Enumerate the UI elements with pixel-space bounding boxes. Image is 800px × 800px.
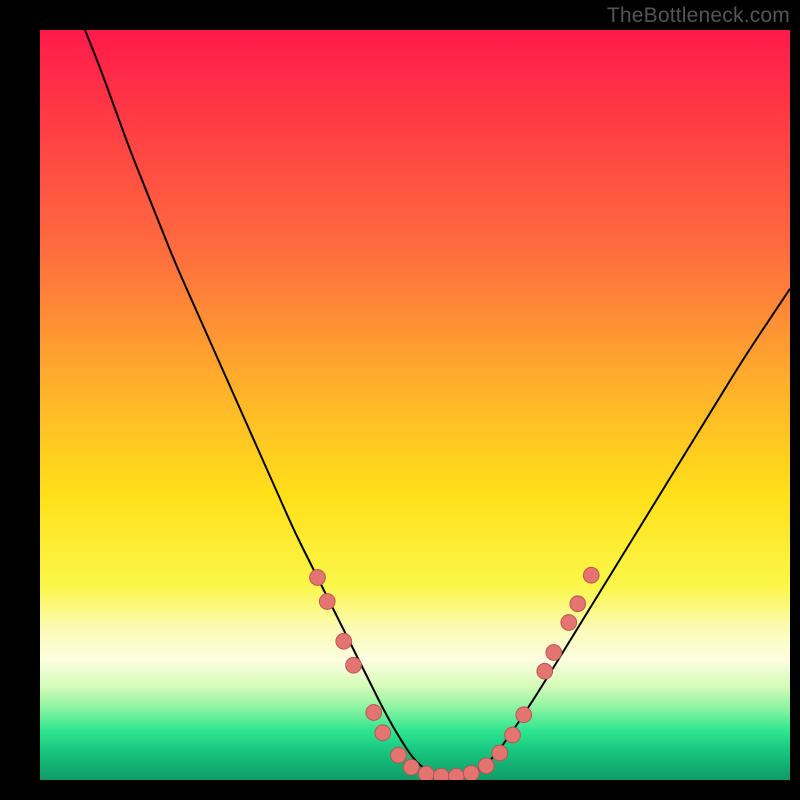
chart-frame: TheBottleneck.com (0, 0, 800, 800)
gradient-background (40, 30, 790, 780)
plot-area (40, 30, 790, 780)
watermark-label: TheBottleneck.com (607, 4, 790, 28)
